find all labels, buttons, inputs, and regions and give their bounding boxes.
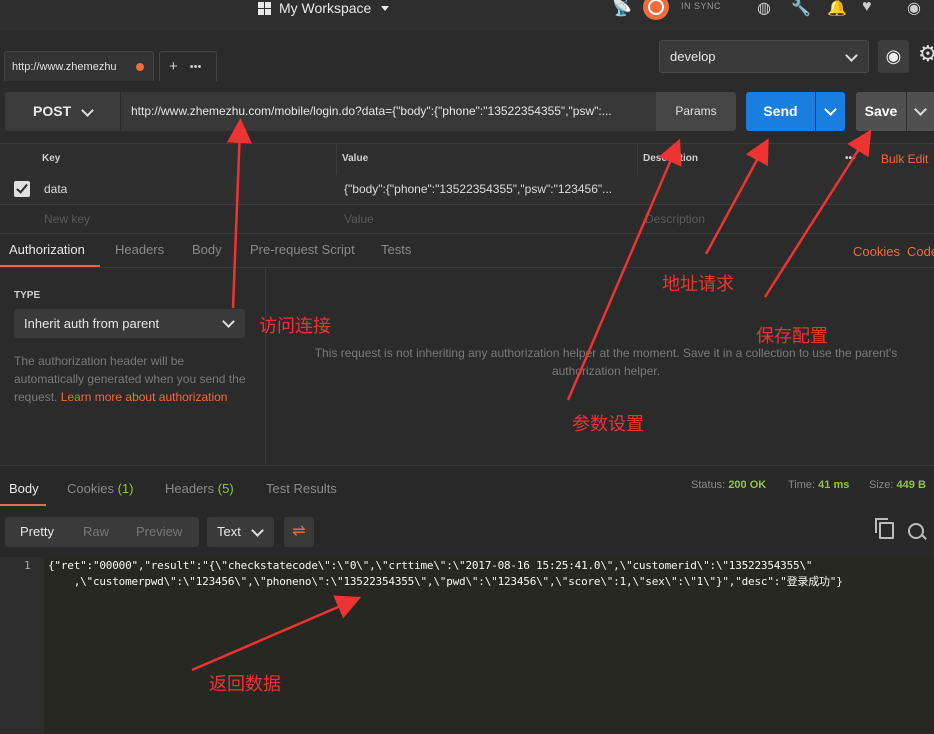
annotation-arrows [191, 118, 872, 672]
annotation-arrow [704, 138, 769, 255]
annotation-save-config: 保存配置 [756, 326, 828, 346]
annotation-arrow [226, 118, 252, 309]
annotation-arrow [191, 595, 362, 672]
annotation-arrow [763, 129, 872, 298]
annotation-response: 返回数据 [209, 674, 281, 694]
annotation-visit: 访问连接 [259, 316, 331, 336]
annotation-arrow [566, 138, 682, 401]
annotation-params: 参数设置 [572, 414, 644, 434]
annotation-address: 地址请求 [662, 274, 734, 294]
